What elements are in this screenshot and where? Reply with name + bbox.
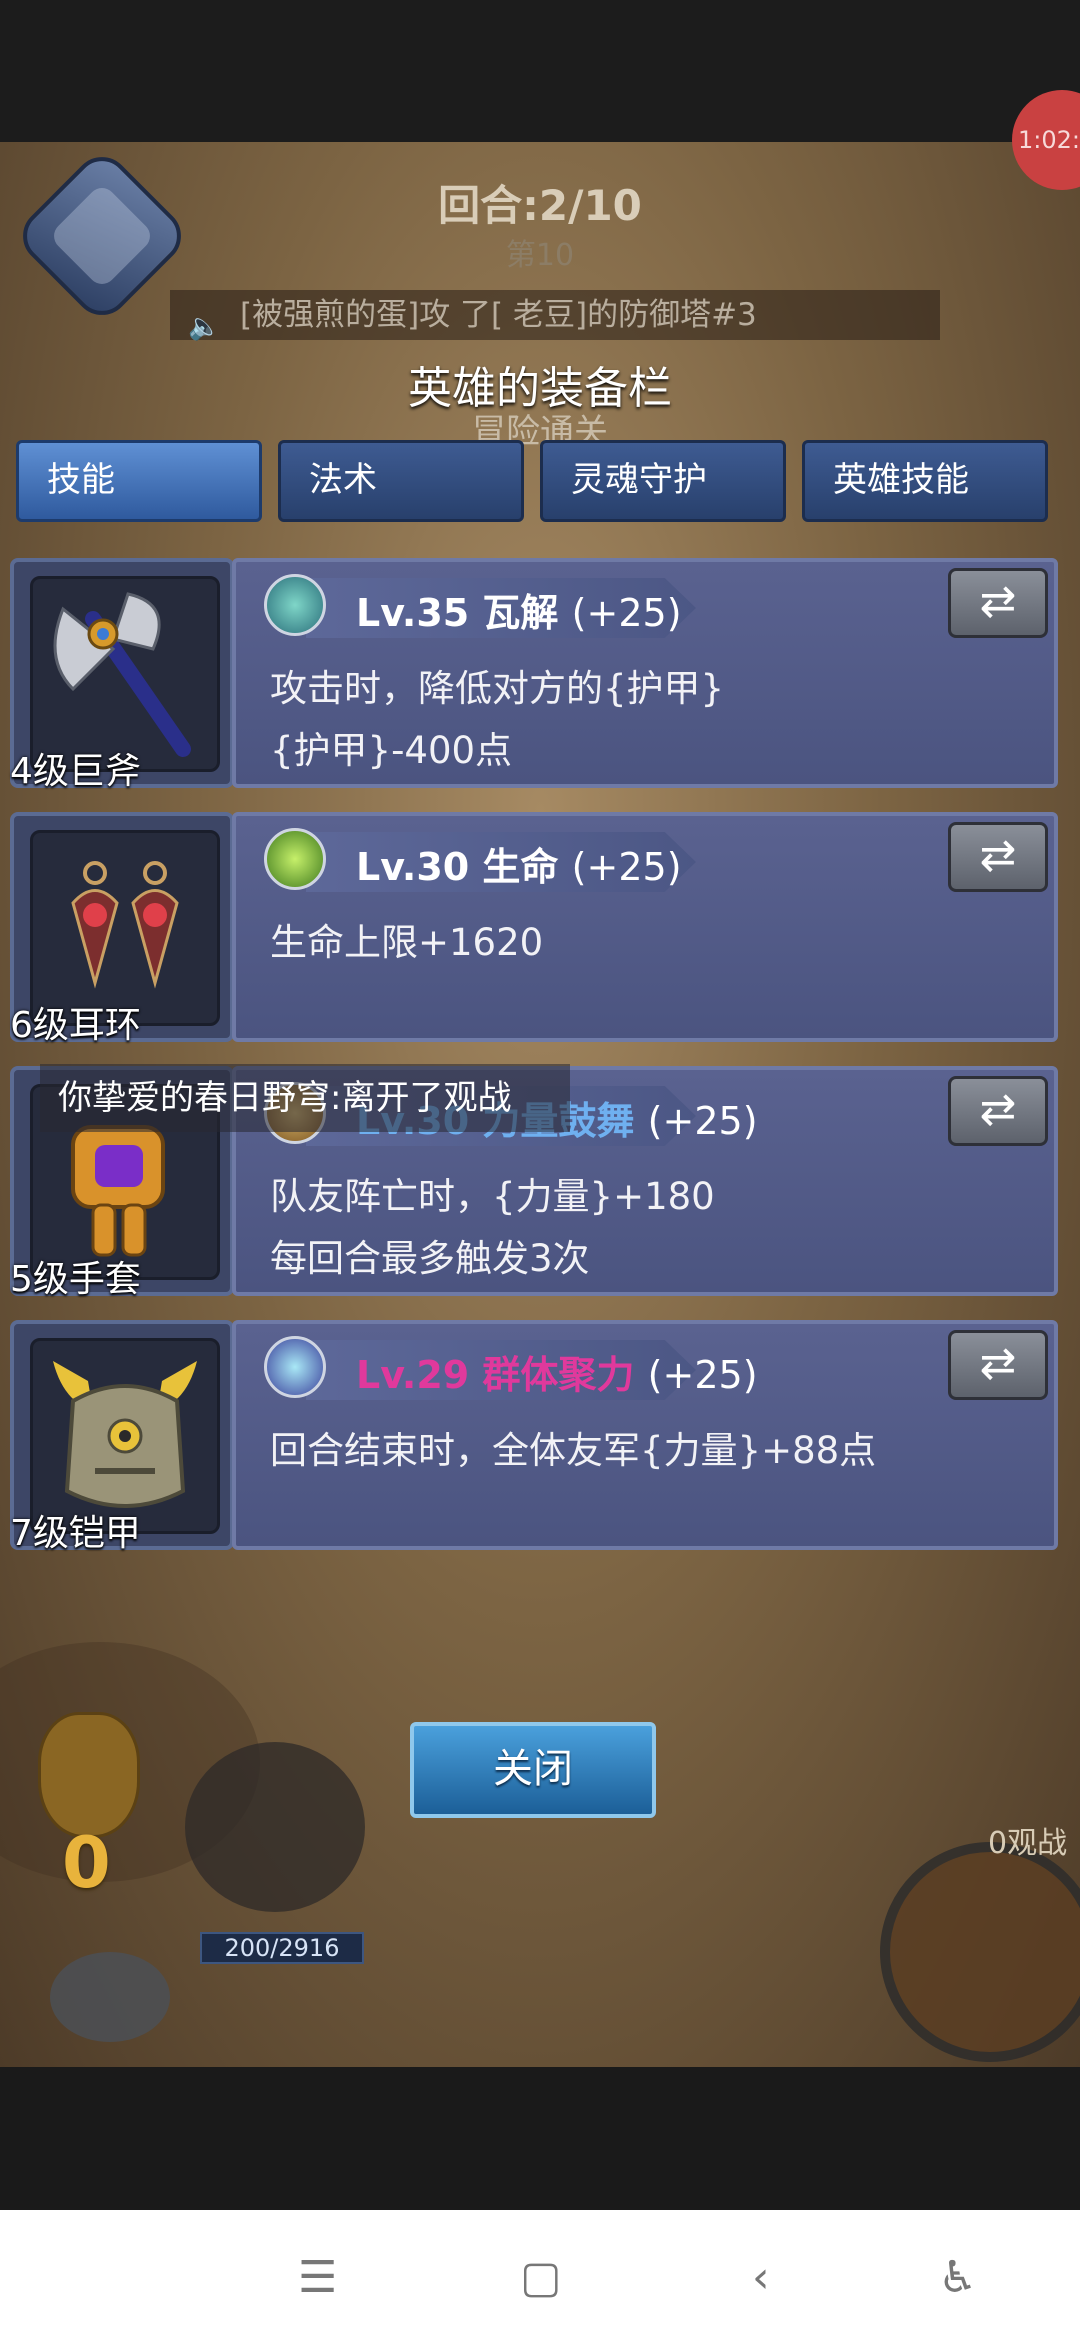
battle-feed-text: [被强煎的蛋]攻 了[ 老豆]的防御塔#3 <box>240 297 757 333</box>
battle-feed: 🔈 [被强煎的蛋]攻 了[ 老豆]的防御塔#3 <box>170 290 940 342</box>
item-level-label: 6级耳环 <box>10 1005 141 1046</box>
home-icon[interactable]: ▢ <box>520 2252 562 2303</box>
skill-card: Lv.30 生命 (+25) 生命上限+1620 ⇄ <box>232 812 1058 1042</box>
gold-bag-icon <box>38 1712 140 1838</box>
swap-button[interactable]: ⇄ <box>948 568 1048 638</box>
system-nav-bar: ☰ ▢ ‹ ♿ <box>0 2210 1080 2340</box>
skill-bonus: (+25) <box>647 1353 758 1397</box>
hp-bar: 200/2916 <box>200 1932 364 1964</box>
accessibility-icon[interactable]: ♿ <box>938 2252 977 2303</box>
skill-description: 生命上限+1620 <box>270 921 544 964</box>
skill-card: Lv.35 瓦解 (+25) 攻击时，降低对方的{护甲} {护甲}-400点 ⇄ <box>232 558 1058 788</box>
tab-spells[interactable]: 法术 <box>278 440 524 522</box>
horned-armor-icon <box>53 1361 197 1508</box>
swap-button[interactable]: ⇄ <box>948 822 1048 892</box>
close-button[interactable]: 关闭 <box>410 1722 656 1818</box>
skill-name: Lv.35 瓦解 (+25) <box>356 582 682 637</box>
speaker-icon: 🔈 <box>188 312 221 342</box>
skill-description: 回合结束时，全体友军{力量}+88点 <box>270 1429 877 1472</box>
item-slot[interactable]: 7级铠甲 <box>10 1320 234 1554</box>
skill-level-name: Lv.30 生命 <box>356 845 559 889</box>
tab-skills[interactable]: 技能 <box>16 440 262 522</box>
skill-bonus: (+25) <box>647 1099 758 1143</box>
item-slot[interactable]: 4级巨斧 <box>10 558 234 792</box>
skill-level-name: Lv.29 群体聚力 <box>356 1353 635 1397</box>
swap-button[interactable]: ⇄ <box>948 1330 1048 1400</box>
shield-emblem-icon <box>264 574 326 636</box>
spectator-count[interactable]: 0观战 <box>988 1818 1067 1862</box>
tab-hero-skills[interactable]: 英雄技能 <box>802 440 1048 522</box>
equipment-row: 4级巨斧 Lv.35 瓦解 (+25) 攻击时，降低对方的{护甲} {护甲}-4… <box>10 558 1058 792</box>
tab-soul-guard[interactable]: 灵魂守护 <box>540 440 786 522</box>
round-shield-decoration <box>880 1842 1080 2062</box>
life-emblem-icon <box>264 828 326 890</box>
battle-axe-icon <box>53 592 191 757</box>
status-bar <box>0 0 1080 142</box>
skill-name: Lv.30 生命 (+25) <box>356 836 682 891</box>
skill-name: Lv.29 群体聚力 (+25) <box>356 1344 758 1399</box>
equipment-row: 6级耳环 Lv.30 生命 (+25) 生命上限+1620 ⇄ <box>10 812 1058 1046</box>
helmet-decoration <box>50 1952 170 2042</box>
earring-icon <box>71 861 179 989</box>
skill-level-name: Lv.35 瓦解 <box>356 591 559 635</box>
menu-icon[interactable]: ☰ <box>298 2252 337 2303</box>
skill-bonus: (+25) <box>571 591 682 635</box>
round-subtitle: 第10 <box>505 238 575 273</box>
swap-button[interactable]: ⇄ <box>948 1076 1048 1146</box>
toast-notification: 你挚爱的春日野穹:离开了观战 <box>40 1064 570 1132</box>
item-level-label: 7级铠甲 <box>10 1513 141 1554</box>
item-level-label: 4级巨斧 <box>10 751 141 792</box>
skill-card: Lv.29 群体聚力 (+25) 回合结束时，全体友军{力量}+88点 ⇄ <box>232 1320 1058 1550</box>
back-icon[interactable]: ‹ <box>752 2252 770 2303</box>
gold-count: 0 <box>62 1822 111 1904</box>
cauldron-icon[interactable] <box>185 1742 365 1912</box>
skill-bonus: (+25) <box>571 845 682 889</box>
round-counter: 回合:2/10 <box>438 181 642 230</box>
whirl-emblem-icon <box>264 1336 326 1398</box>
game-board: 回合:2/10 第10 🔈 [被强煎的蛋]攻 了[ 老豆]的防御塔#3 英雄的装… <box>0 142 1080 2067</box>
item-slot[interactable]: 6级耳环 <box>10 812 234 1046</box>
skill-description: 队友阵亡时，{力量}+180 每回合最多触发3次 <box>270 1175 715 1280</box>
equipment-tabs: 技能 法术 灵魂守护 英雄技能 <box>16 440 1066 526</box>
skill-description: 攻击时，降低对方的{护甲} {护甲}-400点 <box>270 667 725 772</box>
item-level-label: 5级手套 <box>10 1259 141 1300</box>
equipment-row: 7级铠甲 Lv.29 群体聚力 (+25) 回合结束时，全体友军{力量}+88点… <box>10 1320 1058 1554</box>
